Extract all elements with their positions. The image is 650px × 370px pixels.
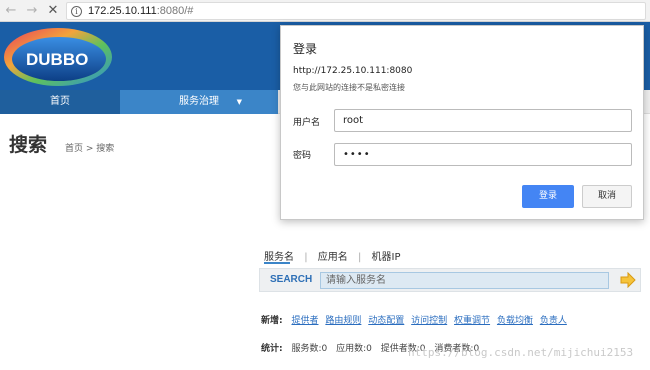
cancel-button[interactable]: 取消 — [582, 185, 632, 208]
caret-down-icon: ▼ — [236, 98, 242, 106]
add-loadbalance-link[interactable]: 负载均衡 — [497, 316, 533, 326]
forward-icon[interactable]: → — [25, 3, 39, 19]
login-dialog: 登录 http://172.25.10.111:8080 您与此网站的连接不是私… — [280, 25, 644, 220]
browser-toolbar: ← → ✕ i 172.25.10.111:8080/# — [0, 0, 650, 22]
password-field[interactable]: •••• — [334, 143, 632, 166]
dialog-note: 您与此网站的连接不是私密连接 — [293, 83, 405, 92]
add-access-link[interactable]: 访问控制 — [411, 316, 447, 326]
stats-label: 统计: — [261, 344, 283, 354]
username-field[interactable]: root — [334, 109, 632, 132]
add-provider-link[interactable]: 提供者 — [291, 316, 318, 326]
add-owner-link[interactable]: 负责人 — [540, 316, 567, 326]
info-icon[interactable]: i — [71, 6, 82, 17]
search-tab-ip[interactable]: 机器IP — [372, 248, 401, 263]
address-bar[interactable]: i 172.25.10.111:8080/# — [66, 2, 646, 20]
tab-separator: | — [357, 252, 362, 263]
username-label: 用户名 — [293, 118, 321, 128]
dialog-title: 登录 — [293, 42, 318, 56]
arrow-right-icon[interactable] — [620, 272, 636, 288]
add-weight-link[interactable]: 权重调节 — [454, 316, 490, 326]
logo-text: DUBBO — [26, 50, 88, 69]
add-route-link[interactable]: 路由规则 — [325, 316, 361, 326]
active-tab-indicator — [264, 262, 290, 264]
nav-tab-home[interactable]: 首页 — [0, 90, 120, 114]
dialog-url: http://172.25.10.111:8080 — [293, 66, 413, 76]
stat-apps: 应用数:0 — [336, 344, 372, 354]
stat-services: 服务数:0 — [291, 344, 328, 354]
password-label: 密码 — [293, 151, 312, 161]
tab-separator: | — [304, 252, 308, 263]
page-title: 搜索 — [9, 134, 48, 156]
search-input[interactable]: 请输入服务名 — [320, 272, 609, 289]
add-row: 新增: 提供者 路由规则 动态配置 访问控制 权重调节 负载均衡 负责人 — [261, 313, 571, 326]
watermark: https://blog.csdn.net/mijichui2153 — [408, 346, 634, 359]
add-config-link[interactable]: 动态配置 — [368, 316, 404, 326]
stop-icon[interactable]: ✕ — [46, 3, 60, 19]
search-tabs: 服务名 | 应用名 | 机器IP — [264, 248, 400, 263]
back-icon[interactable]: ← — [4, 3, 18, 19]
search-tab-service[interactable]: 服务名 — [264, 248, 294, 263]
login-button[interactable]: 登录 — [522, 185, 574, 208]
search-tab-application[interactable]: 应用名 — [318, 248, 348, 263]
dubbo-logo: DUBBO — [4, 28, 112, 86]
add-label: 新增: — [261, 316, 283, 326]
breadcrumb[interactable]: 首页 > 搜索 — [65, 141, 114, 154]
address-url[interactable]: 172.25.10.111:8080/# — [88, 5, 193, 17]
search-bar: SEARCH 请输入服务名 — [259, 268, 641, 292]
nav-tab-service-governance[interactable]: 服务治理 ▼ — [120, 90, 278, 114]
search-label: SEARCH — [270, 274, 313, 285]
